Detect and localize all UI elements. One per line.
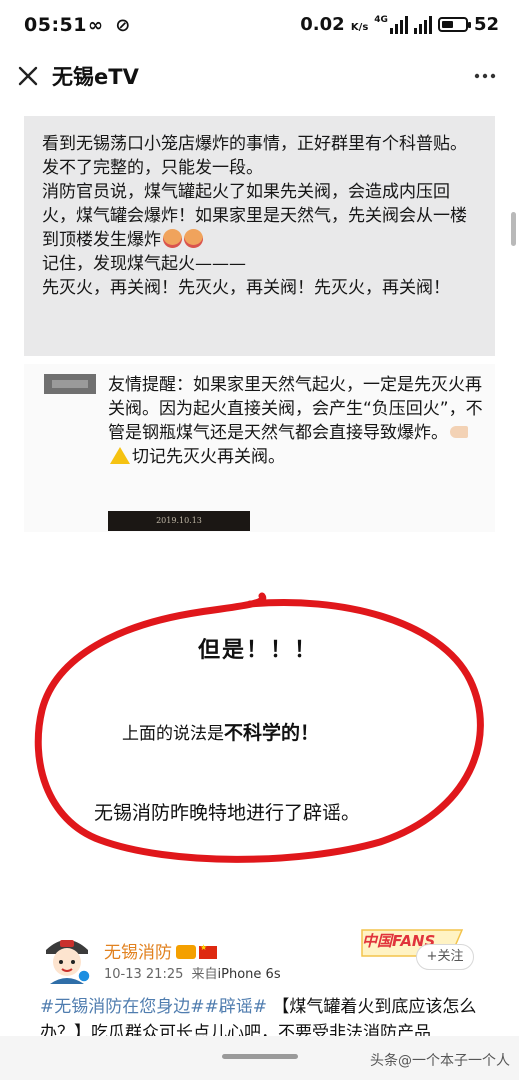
battery-fill [441,21,453,28]
follow-button[interactable]: +关注 [416,944,474,970]
video-thumbnail[interactable]: 2019.10.13 [108,511,250,531]
hashtag-link[interactable]: #辟谣# [205,997,268,1017]
reminder-text: 友情提醒：如果家里天然气起火，一定是先灭火再关阀。因为起火直接关阀，会产生“负压… [108,375,483,467]
avatar[interactable] [40,930,94,984]
scared-face-icon [163,229,182,248]
card1-line-2: 消防官员说，煤气罐起火了如果先关阀，会造成内压回火，煤气罐会爆炸！如果家里是天然… [42,182,467,250]
china-flag-icon [199,943,217,959]
thumbnail-image[interactable] [44,374,96,394]
card1-line-3: 记住，发现煤气起火——— [42,254,246,274]
close-button[interactable] [14,62,42,90]
page-title: 无锡eTV [52,65,139,89]
no-disturb-icon: ⊘ [115,15,131,36]
network-speed: 0.02 K/s [300,14,369,35]
unscientific-text: 上面的说法是不科学的！ [122,722,320,744]
status-icons-left: ∞ ⊘ [88,15,130,36]
status-time: 05:51 [24,14,87,36]
more-button[interactable] [473,66,497,86]
weibo-username[interactable]: 无锡消防 [104,938,217,963]
battery-icon [437,17,471,32]
post-meta: 10-13 21:25 来自iPhone 6s [104,967,281,982]
card1-line-1: 看到无锡荡口小笼店爆炸的事情，正好群里有个科普贴。发不了完整的，只能发一段。 [42,134,467,178]
but-text: 但是！！！ [198,638,319,663]
battery-level: 52 [473,14,499,35]
signal-icon [389,15,408,34]
vip-badge-icon [176,945,196,959]
repost-card: 看到无锡荡口小笼店爆炸的事情，正好群里有个科普贴。发不了完整的，只能发一段。 消… [24,116,495,356]
watermark: 头条@一个本子一个人 [370,1053,510,1069]
close-icon [18,66,38,86]
signal-icon-2 [413,15,432,34]
hashtag-link[interactable]: #无锡消防在您身边# [40,997,205,1017]
scared-face-icon [184,229,203,248]
warning-icon [110,447,130,464]
pointing-hand-icon [450,426,468,438]
network-type: 4G [374,14,388,25]
status-right: 0.02 K/s 4G 52 [300,14,499,35]
rumor-text: 无锡消防昨晚特地进行了辟谣。 [94,802,361,824]
card1-line-4: 先灭火，再关阀！先灭火，再关阀！先灭火，再关阀！ [42,278,450,298]
firefighter-avatar-icon [46,940,91,984]
home-indicator[interactable] [222,1054,298,1059]
scrollbar[interactable] [511,212,516,246]
infinity-icon: ∞ [88,15,103,36]
more-icon [474,73,496,79]
